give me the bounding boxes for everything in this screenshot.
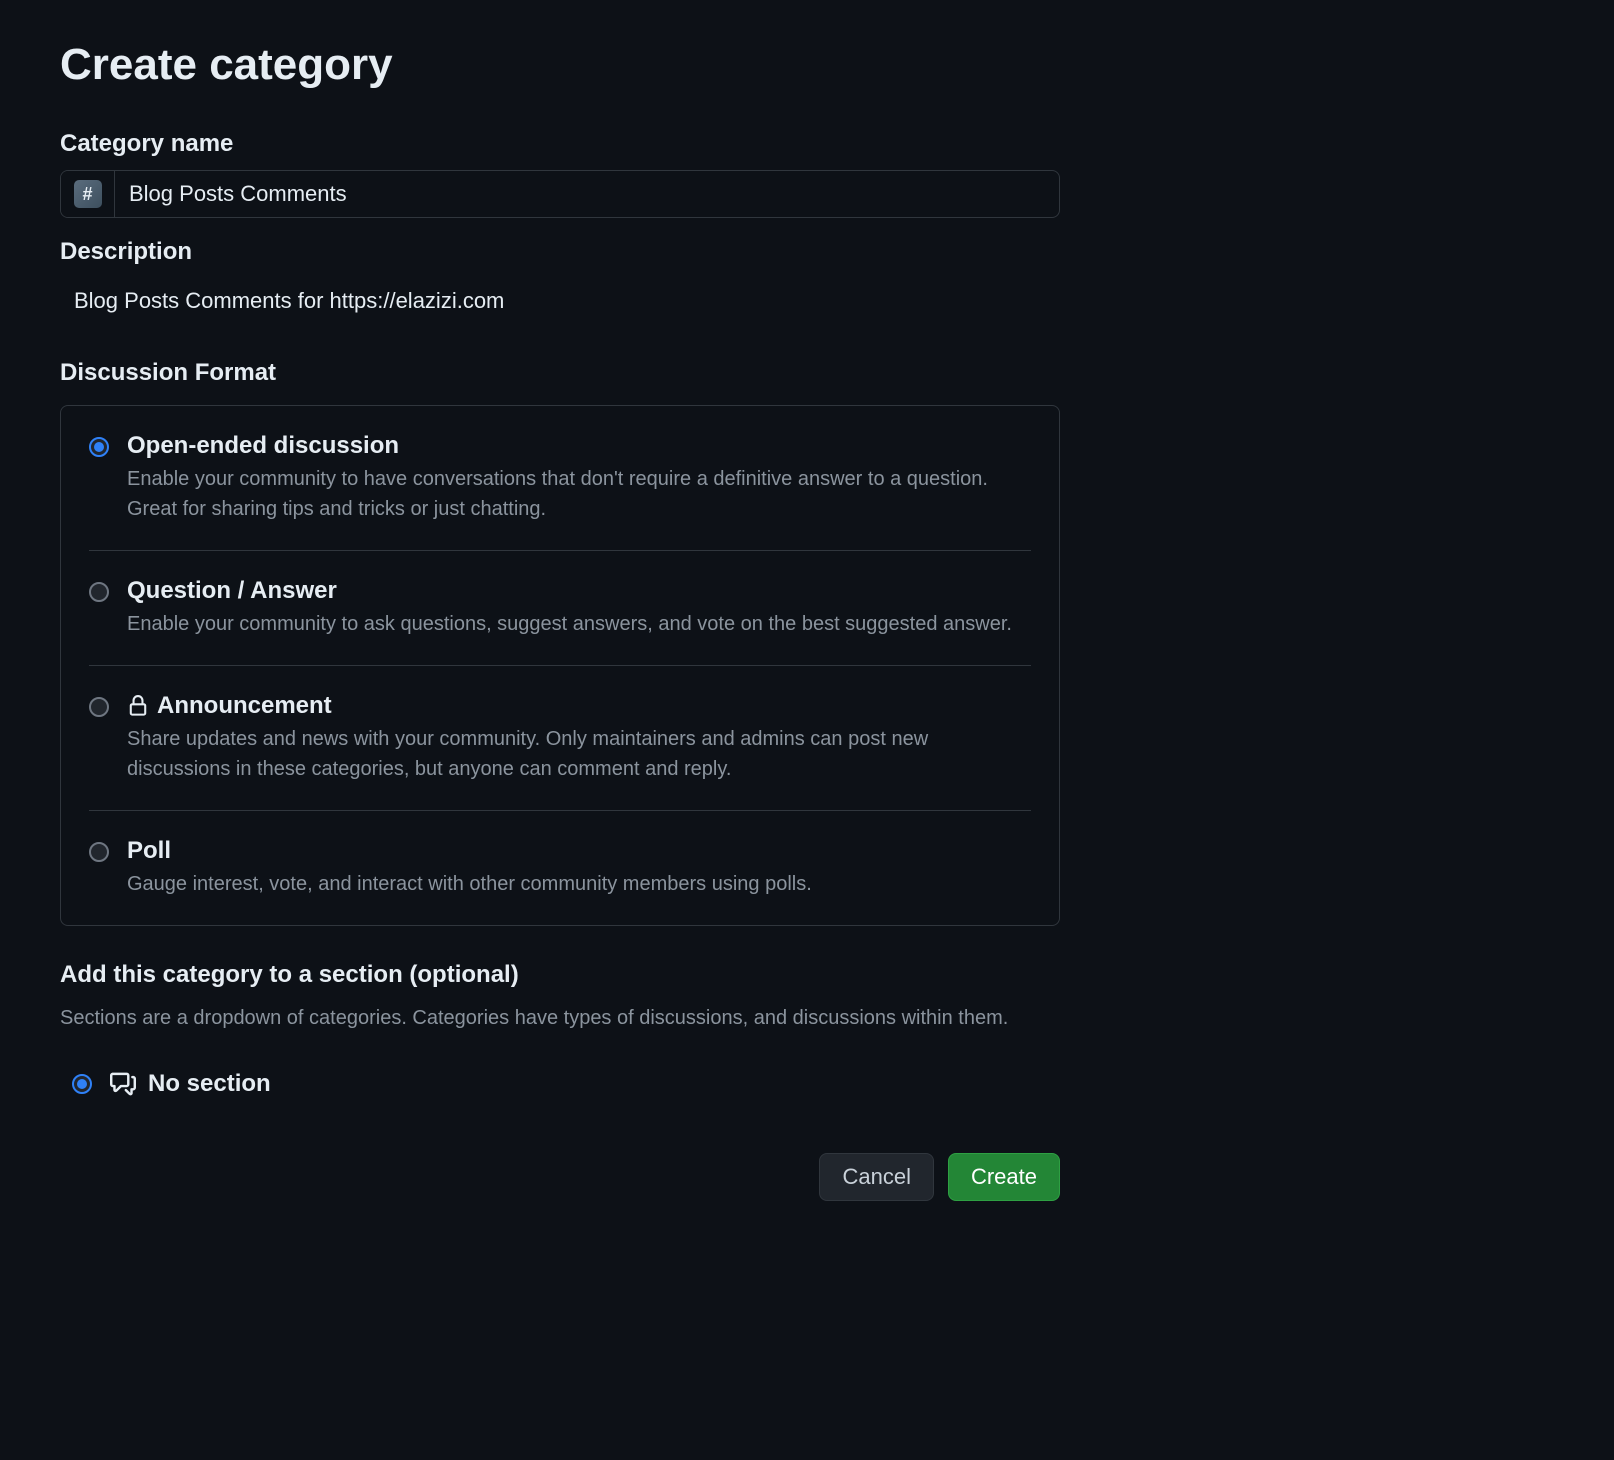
format-title-open-ended: Open-ended discussion xyxy=(127,432,1031,460)
radio-question-answer[interactable] xyxy=(89,582,109,602)
section-label: Add this category to a section (optional… xyxy=(60,961,1060,989)
category-name-input-wrapper: # xyxy=(60,170,1060,218)
radio-open-ended[interactable] xyxy=(89,437,109,457)
format-title-question-answer: Question / Answer xyxy=(127,577,1031,605)
format-title-poll: Poll xyxy=(127,837,1031,865)
format-desc-poll: Gauge interest, vote, and interact with … xyxy=(127,869,1031,899)
radio-announcement[interactable] xyxy=(89,697,109,717)
hash-icon: # xyxy=(74,180,102,208)
category-name-label: Category name xyxy=(60,130,1060,158)
format-desc-open-ended: Enable your community to have conversati… xyxy=(127,464,1031,524)
format-option-open-ended[interactable]: Open-ended discussion Enable your commun… xyxy=(89,406,1031,551)
format-option-poll[interactable]: Poll Gauge interest, vote, and interact … xyxy=(89,811,1031,925)
discussion-icon xyxy=(110,1071,136,1097)
cancel-button[interactable]: Cancel xyxy=(819,1153,933,1201)
section-option-none[interactable]: No section xyxy=(60,1060,1060,1108)
category-name-input[interactable] xyxy=(115,171,1059,217)
format-option-question-answer[interactable]: Question / Answer Enable your community … xyxy=(89,551,1031,666)
discussion-format-label: Discussion Format xyxy=(60,359,1060,387)
description-label: Description xyxy=(60,238,1060,266)
lock-icon xyxy=(127,695,149,717)
format-title-announcement: Announcement xyxy=(157,692,332,720)
format-desc-announcement: Share updates and news with your communi… xyxy=(127,724,1031,784)
radio-no-section[interactable] xyxy=(72,1074,92,1094)
format-option-announcement[interactable]: Announcement Share updates and news with… xyxy=(89,666,1031,811)
no-section-label: No section xyxy=(148,1070,271,1098)
create-button[interactable]: Create xyxy=(948,1153,1060,1201)
radio-poll[interactable] xyxy=(89,842,109,862)
section-sublabel: Sections are a dropdown of categories. C… xyxy=(60,1007,1060,1030)
page-title: Create category xyxy=(60,40,1060,90)
description-input[interactable] xyxy=(60,278,1060,324)
format-desc-question-answer: Enable your community to ask questions, … xyxy=(127,609,1031,639)
emoji-picker-button[interactable]: # xyxy=(61,171,115,217)
discussion-format-group: Open-ended discussion Enable your commun… xyxy=(60,405,1060,926)
